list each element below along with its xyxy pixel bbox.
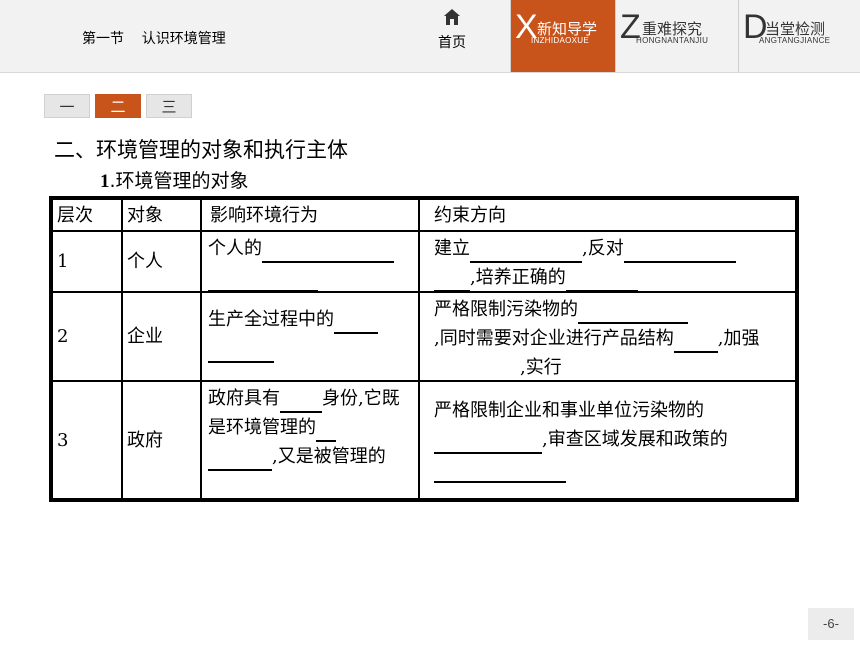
top-bar: 第一节 认识环境管理 首页 X 新知导学 INZHIDAOXUE Z 重难探究 … <box>0 0 860 73</box>
behavior-text: ,又是被管理的 <box>272 446 386 467</box>
subsection-number: 1 <box>100 171 110 192</box>
subsection-heading: 1.环境管理的对象 <box>100 166 249 193</box>
answer-blank[interactable] <box>262 239 394 263</box>
answer-blank[interactable] <box>208 268 318 291</box>
home-label: 首页 <box>438 35 466 51</box>
cell-behavior: 政府具有 身份,它既是环境管理的 ,又是被管理的 <box>202 382 420 498</box>
table-row: 1 个人 个人的 建立 ,反对 ,培养正确的 <box>53 232 795 293</box>
constraint-text: 建立 <box>434 238 470 259</box>
cell-constraint: 建立 ,反对 ,培养正确的 <box>420 232 795 291</box>
cell-level: 2 <box>53 293 123 380</box>
cell-constraint: 严格限制企业和事业单位污染物的 ,审查区域发展和政策的 <box>420 382 795 498</box>
tab-pinyin: INZHIDAOXUE <box>531 36 589 45</box>
answer-blank[interactable] <box>208 447 272 471</box>
constraint-text: 严格限制企业和事业单位污染物的 <box>434 400 704 421</box>
cell-behavior: 生产全过程中的 <box>202 293 420 380</box>
answer-blank[interactable] <box>208 339 274 363</box>
subsection-text: .环境管理的对象 <box>109 170 249 192</box>
answer-blank[interactable] <box>208 476 250 498</box>
answer-blank[interactable] <box>434 430 542 454</box>
constraint-text: ,同时需要对企业进行产品结构 <box>434 328 674 349</box>
answer-blank[interactable] <box>673 329 718 353</box>
objects-table: 层次 对象 影响环境行为 约束方向 1 个人 个人的 建立 ,反对 ,培养正确的 … <box>49 196 799 502</box>
constraint-text: ,反对 <box>582 238 624 259</box>
constraint-text: ,审查区域发展和政策的 <box>542 429 728 450</box>
answer-blank[interactable] <box>280 389 322 413</box>
constraint-text: ,实行 <box>520 357 562 378</box>
behavior-text: 生产全过程中的 <box>208 309 334 330</box>
subtab-three[interactable]: 三 <box>146 94 192 118</box>
answer-blank[interactable] <box>434 459 566 483</box>
col-header-behavior: 影响环境行为 <box>202 200 420 230</box>
behavior-text: 政府具有 <box>208 388 280 409</box>
answer-blank[interactable] <box>562 358 628 380</box>
behavior-text: 个人的 <box>208 238 262 259</box>
constraint-text: 严格限制污染物的 <box>434 299 578 320</box>
tab-pinyin: HONGNANTANJIU <box>636 36 709 45</box>
constraint-text: ,加强 <box>717 328 760 349</box>
table-row: 2 企业 生产全过程中的 严格限制污染物的 ,同时需要对企业进行产品结构 ,加强 ,… <box>53 293 795 382</box>
answer-blank[interactable] <box>578 300 688 324</box>
page-number: -6- <box>808 608 854 640</box>
answer-blank[interactable] <box>470 239 582 263</box>
answer-blank[interactable] <box>565 268 638 291</box>
col-header-object: 对象 <box>123 200 202 230</box>
answer-blank[interactable] <box>623 239 736 263</box>
home-button[interactable]: 首页 <box>426 8 478 58</box>
cell-level: 3 <box>53 382 123 498</box>
col-header-constraint: 约束方向 <box>434 205 506 226</box>
tab-zhongnantanjiu[interactable]: Z 重难探究 HONGNANTANJIU <box>615 0 720 72</box>
tab-dangtangjiance[interactable]: D 当堂检测 ANGTANGJIANCE <box>738 0 860 72</box>
answer-blank[interactable] <box>434 358 520 380</box>
subtab-one[interactable]: 一 <box>44 94 90 118</box>
answer-blank[interactable] <box>434 268 470 291</box>
cell-object: 个人 <box>123 232 202 291</box>
cell-object: 企业 <box>123 293 202 380</box>
col-header-level: 层次 <box>53 200 123 230</box>
section-title: 第一节 认识环境管理 <box>82 31 226 47</box>
cell-object: 政府 <box>123 382 202 498</box>
answer-blank[interactable] <box>316 418 336 442</box>
answer-blank[interactable] <box>334 310 378 334</box>
cell-behavior: 个人的 <box>202 232 420 291</box>
constraint-text: ,培养正确的 <box>470 267 566 288</box>
tab-xinzhidaoxue[interactable]: X 新知导学 INZHIDAOXUE <box>510 0 615 72</box>
home-icon <box>444 9 460 25</box>
cell-level: 1 <box>53 232 123 291</box>
subtab-two[interactable]: 二 <box>95 94 141 118</box>
tab-pinyin: ANGTANGJIANCE <box>759 36 831 45</box>
table-header-row: 层次 对象 影响环境行为 约束方向 <box>53 200 795 232</box>
cell-constraint: 严格限制污染物的 ,同时需要对企业进行产品结构 ,加强 ,实行 <box>420 293 795 380</box>
section-heading: 二、环境管理的对象和执行主体 <box>54 138 348 162</box>
table-row: 3 政府 政府具有 身份,它既是环境管理的 ,又是被管理的 严格限制企业和事业单位… <box>53 382 795 498</box>
